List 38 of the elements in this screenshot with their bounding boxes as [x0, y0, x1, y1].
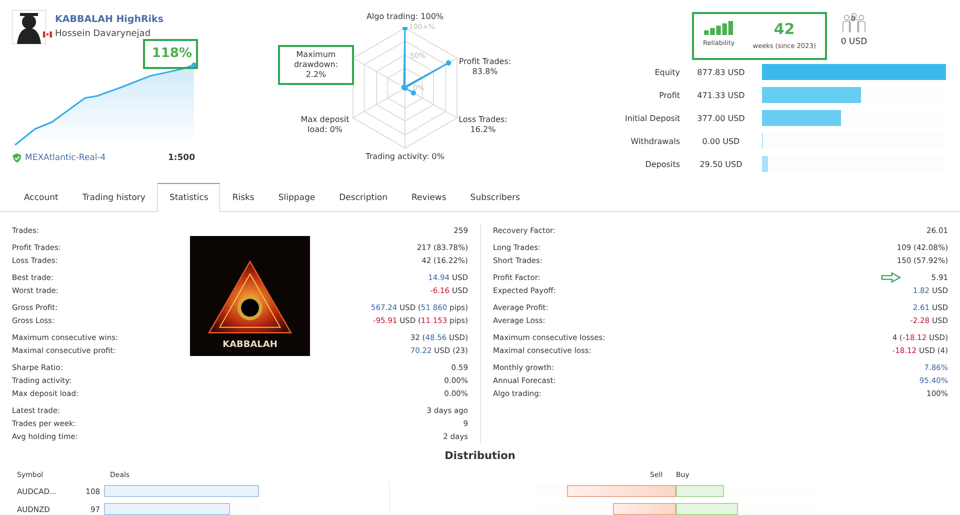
flag-icon — [43, 30, 52, 38]
tab[interactable]: Subscribers — [458, 183, 532, 211]
growth-value: 118% — [143, 39, 198, 69]
balance-label: Equity — [654, 68, 680, 76]
author-name[interactable]: Hossein Davarynejad — [55, 29, 151, 39]
leverage-value: 1:500 — [168, 153, 195, 163]
balance-label: Profit — [658, 90, 680, 100]
balance-label: Deposits — [644, 160, 680, 168]
tab[interactable]: Reviews — [400, 183, 458, 211]
radar-axis-label: Maximum drawdown: 2.2% — [278, 45, 354, 85]
distribution-title: Distribution — [444, 450, 516, 464]
tab[interactable]: Risks — [220, 183, 266, 211]
tab[interactable]: Slippage — [266, 183, 328, 211]
radar-axis-label: Loss Trades: 16.2% — [458, 114, 508, 136]
balance-label: Initial Deposit — [625, 114, 680, 122]
avatar-icon — [12, 10, 46, 44]
cover-caption: KABBALAH — [222, 340, 278, 350]
subscription-amount: 0 USD — [840, 37, 868, 47]
balance-label: Withdrawals — [630, 136, 680, 146]
signal-name[interactable]: KABBALAH HighRiks — [55, 14, 164, 25]
balance-value: 0.00 USD — [701, 136, 741, 146]
radar-axis-label: Trading activity: 0% — [364, 151, 446, 163]
tab[interactable]: Statistics — [157, 183, 220, 212]
radar-axis-label: Profit Trades: 83.8% — [458, 56, 512, 78]
balance-value: 29.50 USD — [698, 160, 744, 168]
balance-value: 377.00 USD — [696, 114, 746, 122]
tab[interactable]: Description — [327, 183, 400, 211]
shield-check-icon — [12, 153, 22, 163]
weeks-count: 42 — [774, 21, 795, 38]
balance-value: 877.83 USD — [696, 68, 746, 76]
radar-axis-label: Algo trading: 100% — [365, 11, 445, 23]
balance-value: 471.33 USD — [696, 90, 746, 100]
radar-axis-label: Max deposit load: 0% — [300, 114, 350, 136]
server-link[interactable]: MEXAtlantic-Real-4 — [25, 153, 106, 163]
tab[interactable]: Account — [12, 183, 70, 211]
people-icon — [842, 12, 866, 34]
tab[interactable]: Trading history — [70, 183, 158, 211]
reliability-bars-icon — [704, 21, 734, 35]
